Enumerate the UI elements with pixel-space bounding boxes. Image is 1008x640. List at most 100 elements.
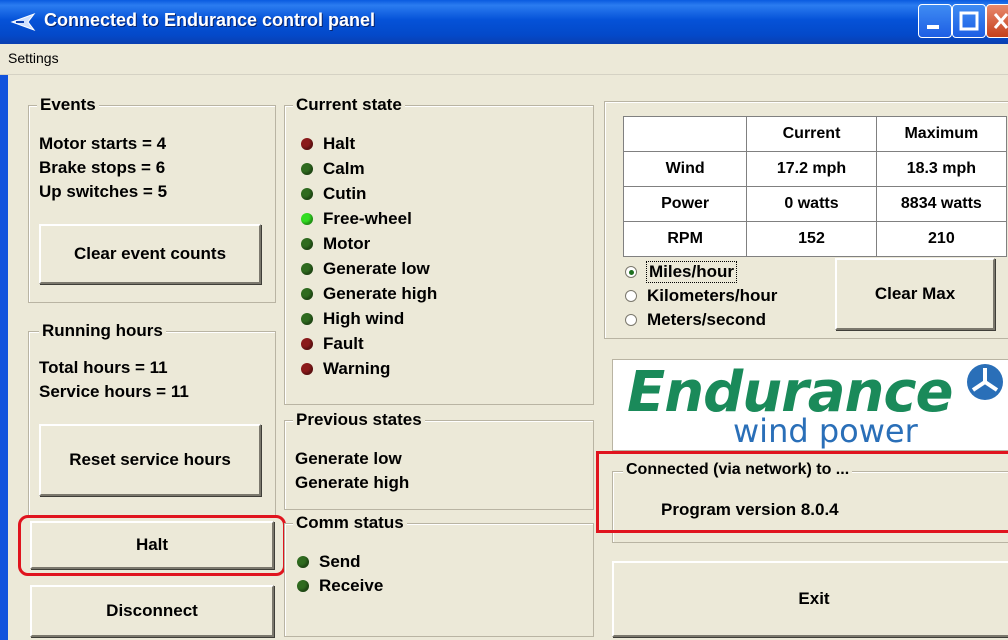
- events-legend: Events: [37, 95, 99, 115]
- status-led-icon: [301, 138, 313, 150]
- radio-label: Kilometers/hour: [647, 286, 778, 305]
- status-led-icon: [301, 363, 313, 375]
- table-cell: 17.2 mph: [746, 151, 877, 187]
- current-state-group: Current state Halt Calm Cutin Free-wheel…: [284, 95, 594, 405]
- radio-meters-per-second[interactable]: Meters/second: [625, 310, 766, 330]
- state-label: Calm: [323, 159, 365, 178]
- reset-service-hours-button[interactable]: Reset service hours: [39, 424, 261, 496]
- status-led-icon: [301, 288, 313, 300]
- menu-settings[interactable]: Settings: [8, 50, 59, 66]
- state-calm: Calm: [301, 159, 365, 179]
- service-hours-text: Service hours = 11: [39, 382, 189, 401]
- radio-unselected-icon: [625, 290, 637, 302]
- state-motor: Motor: [301, 234, 370, 254]
- state-generate-high: Generate high: [301, 284, 437, 304]
- brake-stops-text: Brake stops = 6: [39, 158, 166, 177]
- clear-event-counts-button[interactable]: Clear event counts: [39, 224, 261, 284]
- previous-state-2: Generate high: [295, 473, 410, 492]
- table-header-cell: [622, 116, 748, 152]
- table-cell: Wind: [622, 151, 748, 187]
- window-title: Connected to Endurance control panel: [44, 10, 376, 30]
- minimize-button[interactable]: [918, 4, 952, 38]
- table-row: RPM 152 210: [622, 221, 1008, 257]
- radio-miles-per-hour[interactable]: Miles/hour: [625, 261, 738, 283]
- state-halt: Halt: [301, 134, 355, 154]
- state-label: Generate low: [323, 259, 430, 278]
- table-cell: 0 watts: [746, 186, 877, 222]
- comm-status-legend: Comm status: [293, 513, 407, 533]
- send-led-icon: [297, 556, 309, 568]
- table-cell: RPM: [622, 221, 748, 257]
- events-group: Events Motor starts = 4 Brake stops = 6 …: [28, 95, 276, 303]
- comm-send: Send: [297, 552, 361, 572]
- maximize-button[interactable]: [952, 4, 986, 38]
- state-fault: Fault: [301, 334, 364, 354]
- previous-states-legend: Previous states: [293, 410, 425, 430]
- state-label: Warning: [323, 359, 391, 378]
- halt-highlight: [18, 515, 286, 576]
- table-header-cell: Maximum: [875, 116, 1008, 152]
- receive-led-icon: [297, 580, 309, 592]
- status-led-icon: [301, 213, 313, 225]
- close-icon: [993, 13, 1008, 29]
- state-cutin: Cutin: [301, 184, 366, 204]
- state-label: Free-wheel: [323, 209, 412, 228]
- state-label: High wind: [323, 309, 405, 328]
- state-label: Cutin: [323, 184, 367, 203]
- readings-table: Current Maximum Wind 17.2 mph 18.3 mph P…: [622, 116, 1008, 257]
- state-label: Halt: [323, 134, 356, 153]
- status-led-icon: [301, 313, 313, 325]
- clear-max-button[interactable]: Clear Max: [835, 258, 995, 330]
- radio-selected-icon: [625, 266, 637, 278]
- table-cell: Power: [622, 186, 748, 222]
- state-free-wheel: Free-wheel: [301, 209, 412, 229]
- running-hours-group: Running hours Total hours = 11 Service h…: [28, 321, 276, 517]
- table-header-row: Current Maximum: [622, 116, 1008, 152]
- current-state-legend: Current state: [293, 95, 405, 115]
- table-cell: 152: [746, 221, 877, 257]
- send-label: Send: [319, 552, 361, 571]
- up-switches-text: Up switches = 5: [39, 182, 168, 201]
- comm-status-group: Comm status Send Receive: [284, 513, 594, 637]
- disconnect-button[interactable]: Disconnect: [30, 585, 274, 637]
- radio-label: Miles/hour: [645, 261, 738, 283]
- maximize-icon: [959, 11, 979, 31]
- airplane-icon: [10, 12, 36, 32]
- table-row: Power 0 watts 8834 watts: [622, 186, 1008, 222]
- state-label: Fault: [323, 334, 364, 353]
- table-header-cell: Current: [746, 116, 877, 152]
- menu-bar: Settings: [0, 44, 1008, 75]
- state-warning: Warning: [301, 359, 390, 379]
- status-led-icon: [301, 263, 313, 275]
- radio-kilometers-per-hour[interactable]: Kilometers/hour: [625, 286, 777, 306]
- running-hours-legend: Running hours: [39, 321, 166, 341]
- state-label: Motor: [323, 234, 371, 253]
- state-high-wind: High wind: [301, 309, 404, 329]
- motor-starts-text: Motor starts = 4: [39, 134, 167, 153]
- radio-unselected-icon: [625, 314, 637, 326]
- status-led-icon: [301, 238, 313, 250]
- table-cell: 8834 watts: [875, 186, 1008, 222]
- client-area: Events Motor starts = 4 Brake stops = 6 …: [0, 75, 1008, 640]
- previous-state-1: Generate low: [295, 449, 402, 468]
- previous-states-group: Previous states Generate low Generate hi…: [284, 410, 594, 510]
- status-led-icon: [301, 338, 313, 350]
- state-generate-low: Generate low: [301, 259, 430, 279]
- title-bar[interactable]: Connected to Endurance control panel: [0, 0, 1008, 44]
- table-cell: 210: [875, 221, 1008, 257]
- table-row: Wind 17.2 mph 18.3 mph: [622, 151, 1008, 187]
- total-hours-text: Total hours = 11: [39, 358, 168, 377]
- status-led-icon: [301, 163, 313, 175]
- receive-label: Receive: [319, 576, 384, 595]
- comm-receive: Receive: [297, 576, 383, 596]
- exit-button[interactable]: Exit: [612, 561, 1008, 637]
- close-button[interactable]: [986, 4, 1008, 38]
- connection-highlight: [596, 451, 1008, 533]
- logo-tagline-text: wind power: [733, 412, 918, 450]
- radio-label: Meters/second: [647, 310, 767, 329]
- state-label: Generate high: [323, 284, 438, 303]
- readings-group: Current Maximum Wind 17.2 mph 18.3 mph P…: [604, 101, 1008, 339]
- endurance-logo: Endurance wind power: [612, 359, 1008, 451]
- status-led-icon: [301, 188, 313, 200]
- table-cell: 18.3 mph: [875, 151, 1008, 187]
